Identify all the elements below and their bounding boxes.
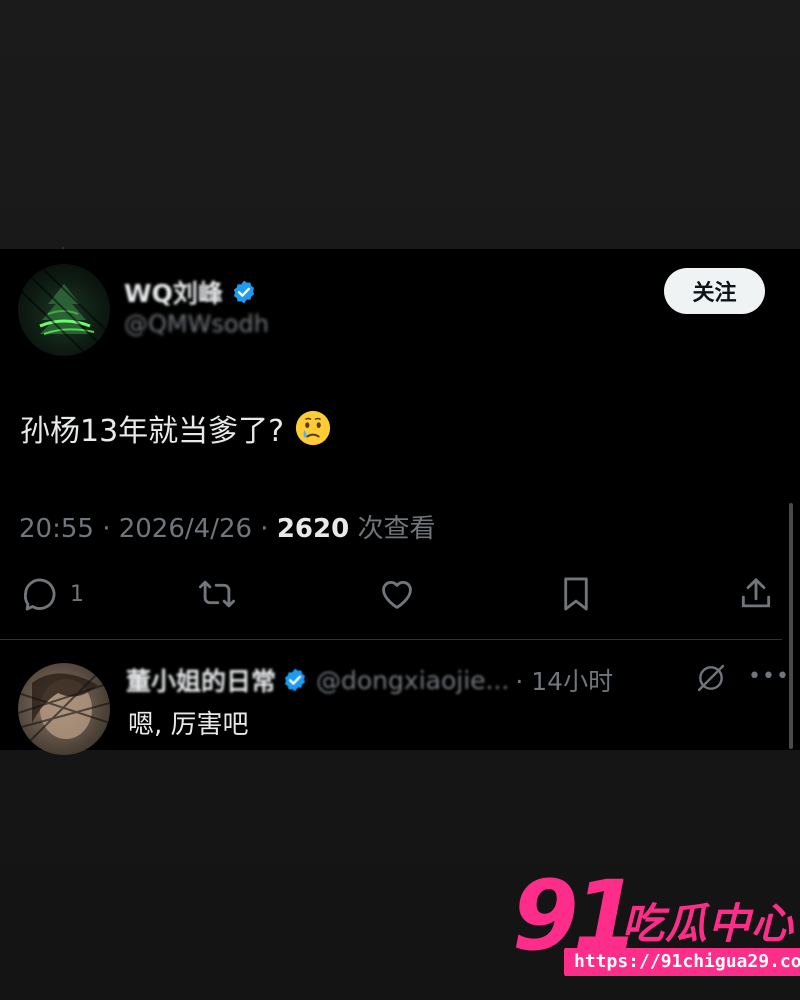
view-label: 次查看: [349, 514, 436, 544]
tree-icon: [18, 264, 110, 356]
verified-badge-icon: [233, 280, 254, 304]
reply-author-handle[interactable]: @dongxiaojie...: [316, 666, 509, 695]
share-icon: [741, 578, 771, 608]
watermark-name: 吃瓜中心: [622, 899, 795, 948]
author-handle[interactable]: @QMWsodh: [124, 310, 269, 338]
reply-time[interactable]: · 14小时: [515, 662, 613, 698]
author-avatar[interactable]: [18, 264, 110, 356]
follow-button[interactable]: 关注: [664, 268, 765, 314]
watermark-url: https://91chigua29.com: [564, 948, 800, 976]
retweet-button[interactable]: [198, 575, 236, 613]
divider: [0, 639, 782, 640]
reply-count: 1: [70, 581, 84, 607]
reply-text: 嗯, 厉害吧: [128, 710, 249, 740]
reply-avatar[interactable]: [18, 663, 110, 755]
retweet-icon: [198, 580, 236, 608]
tweet-timestamp[interactable]: 20:55 · 2026/4/26 ·: [19, 514, 277, 544]
author-name[interactable]: WQ刘峰: [124, 274, 223, 310]
more-options-icon[interactable]: •••: [748, 664, 790, 689]
verified-badge-icon: [284, 668, 306, 692]
heart-icon: [382, 580, 412, 609]
tweet-text-row: 孙杨13年就当爹了?: [20, 406, 332, 450]
watermark: 91 吃瓜中心 https://91chigua29.com: [512, 868, 800, 986]
tweet-meta: 20:55 · 2026/4/26 · 2620 次查看: [19, 508, 435, 545]
bookmark-icon: [564, 577, 588, 611]
share-button[interactable]: [737, 575, 775, 613]
reply-author-name[interactable]: 董小姐的日常: [126, 662, 276, 698]
view-count: 2620: [276, 514, 350, 544]
reply-icon: [23, 578, 56, 611]
reply-header: 董小姐的日常 @dongxiaojie... · 14小时: [126, 662, 613, 698]
reply-button[interactable]: 1: [20, 575, 84, 613]
like-button[interactable]: [378, 575, 416, 613]
grok-icon[interactable]: [695, 662, 727, 694]
scrollbar[interactable]: [789, 503, 793, 749]
avatar-photo-icon: [18, 672, 110, 744]
tweet-text: 孙杨13年就当爹了?: [20, 414, 285, 449]
face-holding-back-tears-icon: [296, 410, 331, 446]
bookmark-button[interactable]: [557, 575, 595, 613]
author-name-row: WQ刘峰: [124, 274, 257, 310]
